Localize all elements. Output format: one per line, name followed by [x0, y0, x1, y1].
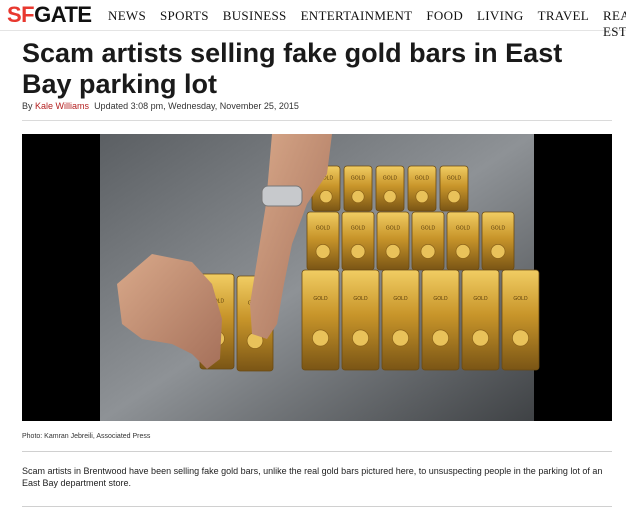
logo-gate: GATE [34, 2, 92, 27]
svg-text:GOLD: GOLD [433, 296, 448, 302]
nav-food[interactable]: FOOD [426, 8, 463, 40]
photo-caption: Scam artists in Brentwood have been sell… [22, 466, 603, 488]
nav-entertainment[interactable]: ENTERTAINMENT [301, 8, 413, 40]
nav-sports[interactable]: SPORTS [160, 8, 209, 40]
svg-text:GOLD: GOLD [447, 176, 462, 182]
svg-text:GOLD: GOLD [415, 176, 430, 182]
svg-text:GOLD: GOLD [353, 296, 368, 302]
svg-text:GOLD: GOLD [316, 225, 331, 231]
svg-text:GOLD: GOLD [351, 225, 366, 231]
svg-text:GOLD: GOLD [421, 225, 436, 231]
sfgate-logo[interactable]: SFGATE [7, 2, 92, 28]
article-headline: Scam artists selling fake gold bars in E… [22, 38, 563, 99]
divider [22, 120, 612, 121]
svg-text:GOLD: GOLD [456, 225, 471, 231]
nav-news[interactable]: NEWS [108, 8, 146, 40]
nav-real-estate[interactable]: REAL ESTATE [603, 8, 626, 40]
logo-sf: SF [7, 2, 35, 27]
photo-credit: Photo: Kamran Jebreili, Associated Press [22, 433, 151, 440]
byline-prefix: By [22, 101, 33, 111]
nav-living[interactable]: LIVING [477, 8, 524, 40]
article-photo[interactable]: GOLD GOLD GOLD GOLD GOLD GOLD GOLD GOLD GOLD GOLD… [22, 134, 612, 421]
updated-timestamp: Updated 3:08 pm, Wednesday, November 25,… [94, 101, 299, 111]
divider [22, 451, 612, 452]
byline: By Kale Williams Updated 3:08 pm, Wednes… [22, 101, 299, 111]
svg-text:GOLD: GOLD [393, 296, 408, 302]
nav-travel[interactable]: TRAVEL [538, 8, 589, 40]
svg-text:GOLD: GOLD [383, 176, 398, 182]
nav-business[interactable]: BUSINESS [223, 8, 287, 40]
svg-text:GOLD: GOLD [473, 296, 488, 302]
svg-text:GOLD: GOLD [386, 225, 401, 231]
svg-text:GOLD: GOLD [513, 296, 528, 302]
author-link[interactable]: Kale Williams [35, 101, 89, 111]
svg-text:GOLD: GOLD [491, 225, 506, 231]
main-nav: NEWS SPORTS BUSINESS ENTERTAINMENT FOOD … [108, 8, 626, 40]
site-header: SFGATE NEWS SPORTS BUSINESS ENTERTAINMEN… [0, 0, 626, 39]
divider [22, 506, 612, 507]
gold-bars-image: GOLD GOLD GOLD GOLD GOLD GOLD GOLD GOLD GOLD GOLD… [100, 134, 540, 421]
svg-text:GOLD: GOLD [313, 296, 328, 302]
svg-text:GOLD: GOLD [351, 176, 366, 182]
